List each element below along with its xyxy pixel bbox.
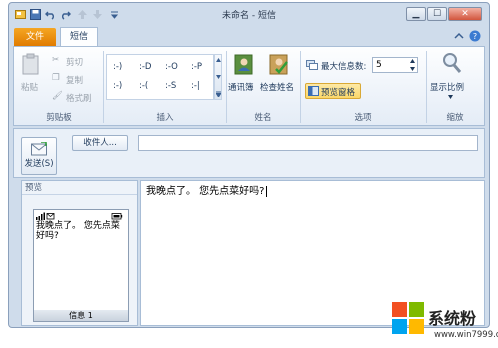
gallery-down-icon[interactable] [216, 75, 221, 79]
zoom-group-label: 缩放 [446, 113, 464, 123]
preview-pane-title: 预览 [22, 181, 137, 195]
check-names-button[interactable]: 检查姓名 [260, 81, 294, 93]
spin-down-icon[interactable] [410, 67, 415, 71]
emoticon[interactable]: :-) [113, 62, 122, 72]
scissors-icon: ✂ [52, 55, 60, 65]
emoticon[interactable]: :-S [165, 81, 176, 91]
tab-sms[interactable]: 短信 [60, 27, 98, 47]
watermark-url: www.win7999.com [434, 330, 498, 340]
phone-message-text: 我晚点了。 您先点菜好吗? [36, 221, 120, 241]
format-painter-button[interactable]: 🖌 格式刷 [52, 91, 108, 104]
check-names-icon [269, 54, 288, 75]
maximize-button[interactable]: ☐ [427, 7, 447, 21]
gallery-scroll[interactable] [214, 54, 222, 100]
preview-pane: 预览 我晚点了。 您先点菜好吗? 信息 1 [21, 180, 138, 326]
text-caret [265, 185, 267, 197]
phone-status-icons [36, 212, 123, 220]
copy-label: 复制 [66, 76, 84, 86]
gallery-more-icon[interactable] [216, 91, 221, 97]
minimize-button[interactable]: ▁ [406, 7, 426, 21]
emoticon[interactable]: :-D [139, 62, 151, 72]
collapse-ribbon-icon[interactable] [454, 32, 464, 40]
phone-message-counter: 信息 1 [34, 310, 128, 321]
emoticon[interactable]: :-O [165, 62, 178, 72]
address-book-icon [234, 54, 253, 75]
cut-label: 剪切 [66, 58, 84, 68]
address-book-button[interactable]: 通讯簿 [228, 81, 254, 93]
gallery-up-icon[interactable] [216, 58, 221, 62]
spin-up-icon[interactable] [410, 59, 415, 63]
cut-button[interactable]: ✂ 剪切 [52, 55, 102, 68]
watermark-text: 系统粉 [428, 309, 477, 328]
emoticon[interactable]: :-( [139, 81, 148, 91]
ribbon: 粘贴 ✂ 剪切 ❐ 复制 🖌 格式刷 剪贴板 :-) :-D :-O :-P :… [13, 46, 485, 126]
max-messages-label: 最大信息数: [321, 62, 367, 72]
copy-button[interactable]: ❐ 复制 [52, 73, 102, 86]
preview-pane-toggle[interactable]: 预览窗格 [305, 83, 361, 99]
compose-header: 发送(S) 收件人... [13, 128, 485, 178]
format-painter-icon: 🖌 [52, 91, 63, 101]
max-messages-value: 5 [376, 60, 382, 70]
title-bar: 未命名 - 短信 ▁ ☐ ✕ [8, 3, 490, 25]
recipients-button[interactable]: 收件人... [72, 135, 128, 151]
zoom-dropdown-icon[interactable] [448, 95, 453, 99]
message-text-container: 我晚点了。 您先点菜好吗? [146, 182, 267, 197]
windows-logo-icon [392, 302, 424, 334]
help-icon[interactable]: ? [469, 30, 481, 42]
emoticon-gallery: :-) :-D :-O :-P :-) :-( :-S :-| [106, 54, 214, 100]
send-button[interactable]: 发送(S) [21, 137, 57, 175]
max-messages-spinner[interactable]: 5 [372, 57, 418, 73]
copy-icon: ❐ [52, 73, 60, 83]
divider [103, 51, 104, 123]
send-label: 发送(S) [24, 159, 54, 169]
clipboard-group-label: 剪贴板 [46, 113, 72, 123]
close-button[interactable]: ✕ [448, 7, 482, 21]
paste-icon [22, 53, 39, 75]
zoom-button[interactable]: 显示比例 [430, 81, 464, 93]
preview-pane-icon [308, 86, 319, 96]
preview-pane-label: 预览窗格 [321, 88, 356, 98]
emoticon[interactable]: :-) [113, 81, 122, 91]
tab-file[interactable]: 文件 [14, 28, 56, 46]
paste-button[interactable]: 粘贴 [21, 81, 38, 93]
options-group-label: 选项 [354, 113, 372, 123]
phone-preview: 我晚点了。 您先点菜好吗? 信息 1 [33, 209, 129, 322]
names-group-label: 姓名 [254, 113, 272, 123]
format-painter-label: 格式刷 [66, 94, 92, 104]
send-icon [31, 142, 47, 156]
zoom-icon [443, 53, 462, 73]
emoticon[interactable]: :-P [191, 62, 202, 72]
messages-icon [306, 60, 318, 70]
insert-group-label: 插入 [156, 113, 174, 123]
recipients-input[interactable] [138, 135, 478, 151]
emoticon[interactable]: :-| [191, 81, 200, 91]
svg-text:?: ? [473, 32, 477, 41]
message-text: 我晚点了。 您先点菜好吗? [146, 186, 265, 197]
